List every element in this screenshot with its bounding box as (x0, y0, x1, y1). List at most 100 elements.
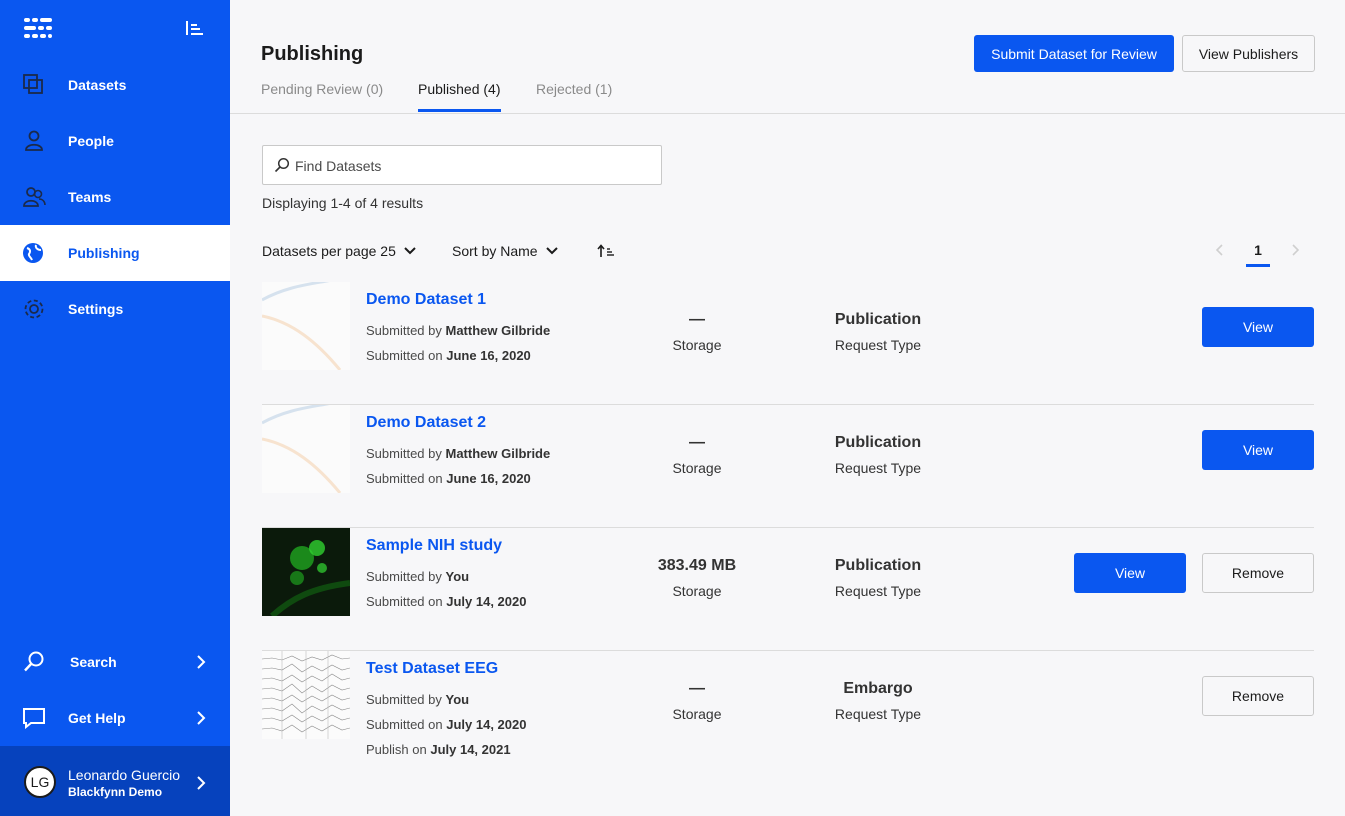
dataset-thumbnail[interactable] (262, 651, 350, 739)
dataset-thumbnail[interactable] (262, 282, 350, 370)
submitted-by: Submitted by You (366, 692, 469, 707)
view-button[interactable]: View (1202, 307, 1314, 347)
storage-label: Storage (672, 337, 722, 353)
submitted-by-label: Submitted by (366, 446, 442, 461)
publish-on: Publish on July 14, 2021 (366, 742, 511, 757)
request-type-label: Request Type (834, 337, 922, 353)
submitted-by-value: Matthew Gilbride (445, 323, 551, 338)
search-icon (24, 651, 44, 672)
dataset-title-link[interactable]: Sample NIH study (366, 537, 502, 555)
storage-value: 383.49 MB (657, 557, 737, 574)
teams-icon (23, 187, 46, 207)
sidebar-item-label: Search (70, 654, 117, 670)
request-type-label: Request Type (834, 583, 922, 599)
request-type-value: Embargo (843, 680, 913, 697)
submitted-on-label: Submitted on (366, 348, 443, 363)
per-page-label: Datasets per page 25 (262, 243, 396, 259)
view-button[interactable]: View (1074, 553, 1186, 593)
search-icon (274, 157, 290, 173)
view-button[interactable]: View (1202, 430, 1314, 470)
pager-previous-icon[interactable] (1215, 242, 1225, 258)
chevron-right-icon (197, 655, 206, 669)
datasets-icon (23, 74, 43, 94)
user-name: Leonardo Guercio (68, 767, 181, 783)
dataset-row: Demo Dataset 2 Submitted by Matthew Gilb… (262, 405, 1314, 528)
tab-pending-review[interactable]: Pending Review (0) (261, 81, 383, 109)
pager-page-1[interactable]: 1 (1246, 242, 1270, 267)
storage-stat: — Storage (617, 434, 777, 476)
globe-icon (23, 243, 43, 263)
remove-button[interactable]: Remove (1202, 553, 1314, 593)
sidebar-header (0, 0, 230, 56)
submitted-on-label: Submitted on (366, 471, 443, 486)
storage-stat: 383.49 MB Storage (617, 557, 777, 599)
tab-published[interactable]: Published (4) (418, 81, 501, 112)
app-logo-icon[interactable] (24, 18, 54, 38)
view-publishers-button[interactable]: View Publishers (1182, 35, 1315, 72)
sidebar-item-label: Publishing (68, 245, 140, 261)
results-count: Displaying 1-4 of 4 results (262, 195, 424, 211)
storage-value: — (689, 680, 705, 697)
sidebar-item-label: Teams (68, 189, 112, 205)
sort-direction-icon[interactable] (597, 244, 615, 258)
dataset-row: Test Dataset EEG Submitted by You Submit… (262, 651, 1314, 774)
per-page-select[interactable]: Datasets per page 25 (262, 243, 416, 259)
storage-stat: — Storage (617, 311, 777, 353)
dataset-title-link[interactable]: Demo Dataset 2 (366, 414, 486, 432)
sidebar-item-people[interactable]: People (0, 113, 230, 169)
request-type-stat: Embargo Request Type (798, 680, 958, 722)
submit-dataset-button[interactable]: Submit Dataset for Review (974, 35, 1174, 72)
publish-on-value: July 14, 2021 (430, 742, 511, 757)
storage-stat: — Storage (617, 680, 777, 722)
search-box (262, 145, 662, 185)
user-organization: Blackfynn Demo (68, 785, 163, 799)
storage-label: Storage (672, 706, 722, 722)
submitted-on: Submitted on June 16, 2020 (366, 348, 531, 363)
submitted-on-value: June 16, 2020 (446, 471, 531, 486)
submitted-on: Submitted on June 16, 2020 (366, 471, 531, 486)
sidebar-item-label: Get Help (68, 710, 126, 726)
submitted-by-value: You (445, 692, 470, 707)
sidebar-item-label: Settings (68, 301, 124, 317)
collapse-menu-icon[interactable] (184, 20, 204, 36)
page-title: Publishing (261, 43, 364, 65)
sidebar-item-get-help[interactable]: Get Help (0, 690, 230, 746)
dataset-thumbnail[interactable] (262, 405, 350, 493)
remove-button[interactable]: Remove (1202, 676, 1314, 716)
dataset-title-link[interactable]: Test Dataset EEG (366, 660, 498, 678)
submitted-by-label: Submitted by (366, 569, 442, 584)
person-icon (25, 130, 43, 151)
submitted-by-label: Submitted by (366, 323, 442, 338)
sort-select[interactable]: Sort by Name (452, 243, 558, 259)
request-type-value: Publication (834, 434, 922, 451)
sort-label: Sort by Name (452, 243, 538, 259)
submitted-on-value: July 14, 2020 (446, 717, 527, 732)
pager-next-icon[interactable] (1290, 242, 1300, 258)
submitted-on: Submitted on July 14, 2020 (366, 594, 526, 609)
tab-rejected[interactable]: Rejected (1) (536, 81, 612, 109)
submitted-by-label: Submitted by (366, 692, 442, 707)
storage-label: Storage (672, 583, 722, 599)
dataset-thumbnail[interactable] (262, 528, 350, 616)
request-type-stat: Publication Request Type (798, 557, 958, 599)
publish-on-label: Publish on (366, 742, 427, 757)
sidebar-item-publishing[interactable]: Publishing (0, 225, 230, 281)
submitted-on-value: July 14, 2020 (446, 594, 527, 609)
request-type-label: Request Type (834, 706, 922, 722)
dataset-title-link[interactable]: Demo Dataset 1 (366, 291, 486, 309)
dataset-row: Demo Dataset 1 Submitted by Matthew Gilb… (262, 282, 1314, 405)
sidebar-item-teams[interactable]: Teams (0, 169, 230, 225)
chevron-right-icon (197, 711, 206, 725)
submitted-on: Submitted on July 14, 2020 (366, 717, 526, 732)
sidebar-item-settings[interactable]: Settings (0, 281, 230, 337)
chevron-down-icon (545, 247, 558, 255)
sidebar-item-label: Datasets (68, 77, 127, 93)
submitted-by-value: Matthew Gilbride (445, 446, 551, 461)
storage-value: — (689, 311, 705, 328)
request-type-value: Publication (834, 311, 922, 328)
user-menu[interactable]: LG Leonardo Guercio Blackfynn Demo (0, 746, 230, 816)
sidebar-item-datasets[interactable]: Datasets (0, 57, 230, 113)
submitted-by: Submitted by Matthew Gilbride (366, 446, 550, 461)
sidebar-item-search[interactable]: Search (0, 634, 230, 690)
search-input[interactable] (295, 155, 645, 177)
